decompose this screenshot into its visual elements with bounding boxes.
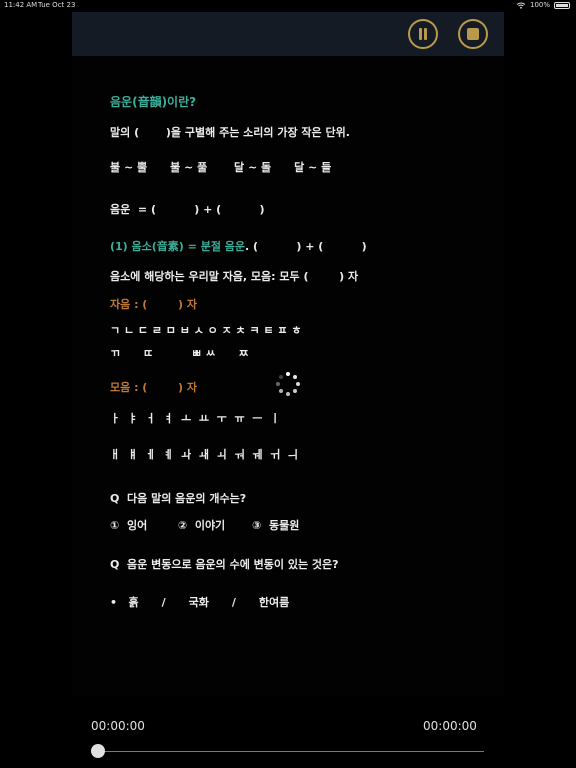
battery-percent: 100%: [529, 1, 550, 9]
status-right: 100%: [516, 1, 570, 9]
phoneme-line: (1) 음소(音素) = 분절 음운. ( ) + ( ): [110, 238, 367, 254]
definition-text: 말의 ( )을 구별해 주는 소리의 가장 작은 단위.: [110, 126, 350, 139]
question-1-options: ① 잉어 ② 이야기 ③ 동물원: [110, 519, 300, 532]
lesson-title: 음운(音韻)이란?: [110, 95, 197, 109]
vowels-row1: ㅏ ㅑ ㅓ ㅕ ㅗ ㅛ ㅜ ㅠ ㅡ ㅣ: [110, 412, 281, 425]
status-time: 11:42 AM: [4, 1, 38, 9]
phoneme-formula: . ( ) + ( ): [245, 240, 367, 253]
progress-thumb[interactable]: [91, 744, 105, 758]
examples-text: 불 ~ 뿔 불 ~ 풀 달 ~ 돌 달 ~ 들: [110, 161, 332, 174]
player-toolbar: [72, 12, 504, 56]
pause-icon: [418, 28, 428, 40]
consonants-basic: ㄱ ㄴ ㄷ ㄹ ㅁ ㅂ ㅅ ㅇ ㅈ ㅊ ㅋ ㅌ ㅍ ㅎ: [110, 324, 302, 337]
loading-spinner-icon: [276, 372, 300, 396]
formula-text: 음운 = ( ) + ( ): [110, 203, 265, 216]
stop-icon: [467, 28, 479, 40]
total-time: 00:00:00: [423, 719, 477, 733]
progress-track[interactable]: [98, 751, 484, 752]
vowel-label: 모음 : ( ) 자: [110, 381, 197, 394]
status-date: Tue Oct 23: [38, 1, 76, 9]
battery-icon: [554, 1, 570, 9]
consonant-label: 자음 : ( ) 자: [110, 298, 197, 311]
answer-choices: • 흙 / 국화 / 한여름: [110, 596, 290, 609]
phoneme-count-text: 음소에 해당하는 우리말 자음, 모음: 모두 ( ) 자: [110, 270, 359, 283]
question-1: Q 다음 말의 음운의 개수는?: [110, 492, 247, 505]
consonants-double: ㄲ ㄸ ㅃ ㅆ ㅉ: [110, 347, 249, 360]
current-time: 00:00:00: [91, 719, 145, 733]
stop-button[interactable]: [458, 19, 488, 49]
wifi-icon: [516, 2, 526, 9]
question-2: Q 음운 변동으로 음운의 수에 변동이 있는 것은?: [110, 558, 339, 571]
phoneme-term: (1) 음소(音素) = 분절 음운: [110, 240, 246, 253]
pause-button[interactable]: [408, 19, 438, 49]
vowels-row2: ㅐ ㅒ ㅔ ㅖ ㅘ ㅙ ㅚ ㅝ ㅞ ㅟ ㅢ: [110, 448, 298, 461]
status-bar: 11:42 AM Tue Oct 23 100%: [0, 0, 576, 12]
